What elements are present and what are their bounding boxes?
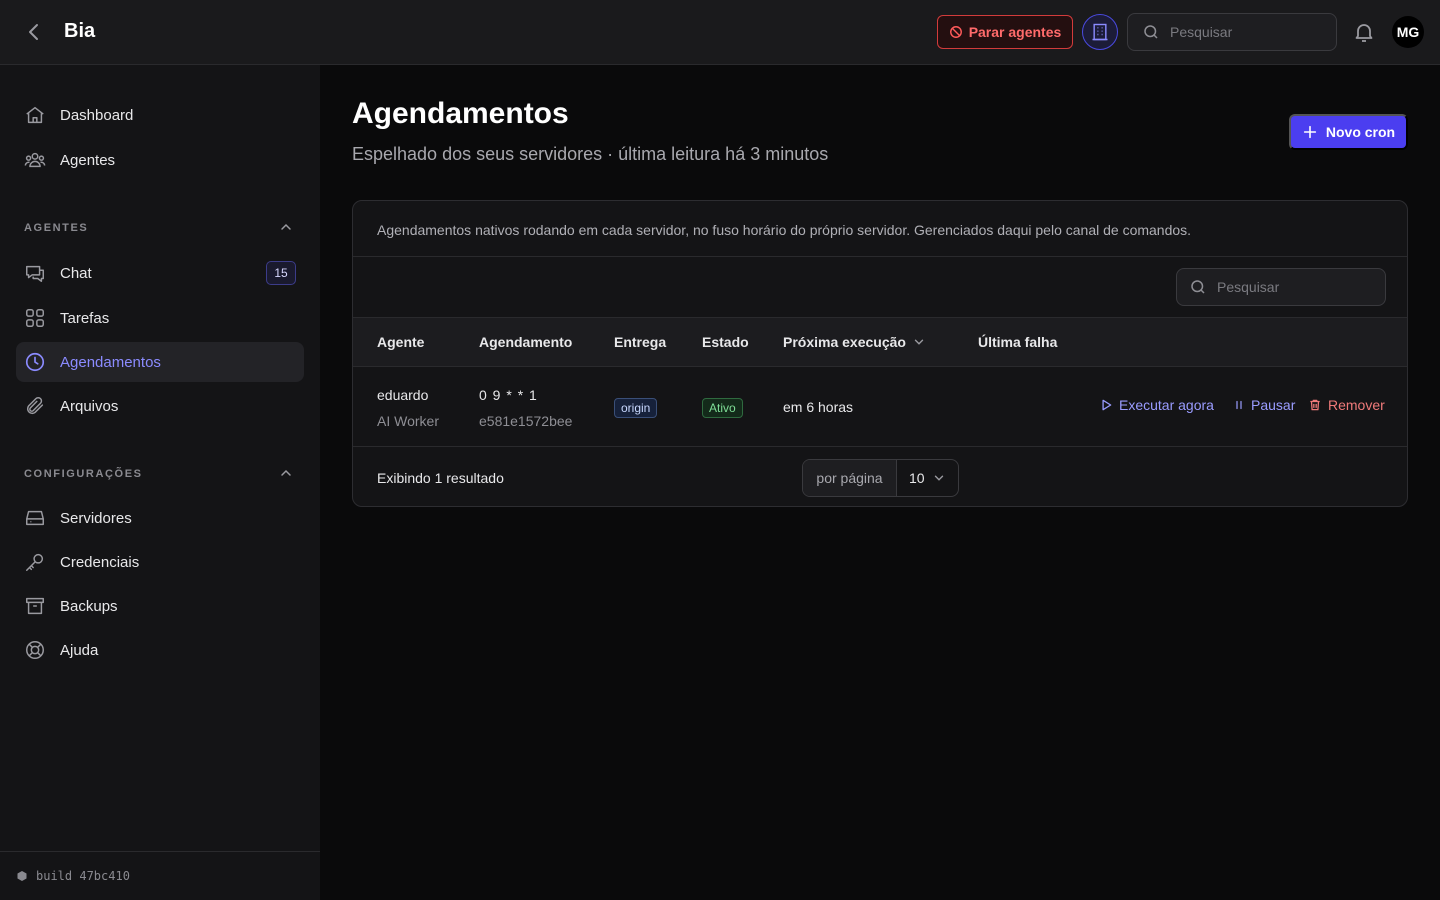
next-run: em 6 horas bbox=[783, 399, 854, 415]
sidebar-item-arquivos[interactable]: Arquivos bbox=[16, 386, 304, 426]
sidebar-item-label: Credenciais bbox=[60, 553, 140, 571]
result-count: Exibindo 1 resultado bbox=[377, 470, 504, 486]
sidebar-item-label: Agentes bbox=[60, 151, 116, 169]
chevron-down-icon bbox=[932, 471, 946, 485]
sidebar: Dashboard Agentes AGENTES Chat 15 Tarefa… bbox=[0, 65, 320, 900]
section-label-config: CONFIGURAÇÕES bbox=[24, 468, 143, 480]
build-version: build 47bc410 bbox=[36, 869, 130, 883]
card-description: Agendamentos nativos rodando em cada ser… bbox=[377, 222, 1192, 238]
agent-name[interactable]: eduardo bbox=[377, 387, 428, 403]
sidebar-item-servidores[interactable]: Servidores bbox=[16, 498, 304, 538]
divider bbox=[353, 256, 1407, 257]
sidebar-item-label: Tarefas bbox=[60, 309, 110, 327]
top-bar: Bia Parar agentes MG bbox=[0, 0, 1440, 65]
bell-icon[interactable] bbox=[1352, 20, 1376, 44]
trash-icon bbox=[1308, 398, 1322, 412]
clock-icon bbox=[24, 351, 46, 373]
agent-type: AI Worker bbox=[377, 413, 439, 429]
sidebar-item-agentes[interactable]: Agentes bbox=[16, 140, 304, 180]
sidebar-item-chat[interactable]: Chat 15 bbox=[16, 253, 304, 293]
chevron-up-icon[interactable] bbox=[278, 465, 294, 481]
remove-button[interactable]: Remover bbox=[1308, 397, 1385, 413]
schedule-id: e581e1572bee bbox=[479, 413, 573, 429]
sidebar-item-label: Dashboard bbox=[60, 106, 134, 124]
chevron-down-icon bbox=[912, 335, 926, 349]
pause-button[interactable]: Pausar bbox=[1233, 397, 1295, 413]
status-badge: Ativo bbox=[702, 398, 743, 418]
run-now-button[interactable]: Executar agora bbox=[1099, 397, 1214, 413]
section-label-agents: AGENTES bbox=[24, 222, 89, 234]
build-info: build 47bc410 bbox=[0, 851, 320, 900]
pause-icon bbox=[1233, 398, 1245, 412]
sidebar-item-credenciais[interactable]: Credenciais bbox=[16, 542, 304, 582]
table-header: Agente Agendamento Entrega Estado Próxim… bbox=[353, 317, 1407, 367]
home-icon bbox=[24, 104, 46, 126]
column-header-agendamento: Agendamento bbox=[479, 334, 573, 350]
column-header-estado: Estado bbox=[702, 334, 749, 350]
archive-icon bbox=[24, 595, 46, 617]
sidebar-item-tarefas[interactable]: Tarefas bbox=[16, 298, 304, 338]
grid-icon bbox=[24, 307, 46, 329]
column-header-label: Próxima execução bbox=[783, 334, 906, 350]
sidebar-item-label: Chat bbox=[60, 264, 92, 282]
back-arrow-icon[interactable] bbox=[22, 20, 46, 44]
cron-expression: 0 9 * * 1 bbox=[479, 387, 538, 403]
paperclip-icon bbox=[24, 395, 46, 417]
sidebar-item-label: Agendamentos bbox=[60, 353, 161, 371]
sidebar-item-backups[interactable]: Backups bbox=[16, 586, 304, 626]
stop-agents-label: Parar agentes bbox=[968, 24, 1062, 40]
ban-icon bbox=[949, 25, 963, 39]
per-page-label: por página bbox=[803, 460, 897, 496]
page-title: Agendamentos bbox=[352, 97, 569, 130]
chat-icon bbox=[24, 262, 46, 284]
table-search[interactable] bbox=[1176, 268, 1386, 306]
play-icon bbox=[1099, 398, 1113, 412]
sidebar-item-label: Arquivos bbox=[60, 397, 119, 415]
lifebuoy-icon bbox=[24, 639, 46, 661]
app-title: Bia bbox=[64, 20, 96, 42]
table-search-input[interactable] bbox=[1217, 279, 1367, 295]
key-icon bbox=[24, 551, 46, 573]
new-cron-label: Novo cron bbox=[1325, 124, 1396, 140]
cube-icon bbox=[16, 870, 28, 882]
sidebar-item-label: Servidores bbox=[60, 509, 132, 527]
user-avatar[interactable]: MG bbox=[1392, 16, 1424, 48]
organization-switcher[interactable] bbox=[1082, 14, 1118, 50]
users-icon bbox=[24, 149, 46, 171]
building-icon bbox=[1090, 22, 1110, 42]
column-header-agente: Agente bbox=[377, 334, 425, 350]
plus-icon bbox=[1302, 124, 1318, 140]
remove-label: Remover bbox=[1328, 397, 1385, 413]
per-page-select[interactable]: 10 bbox=[897, 460, 958, 496]
sidebar-item-agendamentos[interactable]: Agendamentos bbox=[16, 342, 304, 382]
table-row: eduardo AI Worker 0 9 * * 1 e581e1572bee… bbox=[353, 367, 1407, 447]
sidebar-item-label: Backups bbox=[60, 597, 118, 615]
global-search-input[interactable] bbox=[1170, 24, 1320, 40]
page-subtitle: Espelhado dos seus servidores · última l… bbox=[352, 144, 829, 164]
per-page-value: 10 bbox=[909, 470, 925, 486]
new-cron-button[interactable]: Novo cron bbox=[1289, 114, 1408, 150]
per-page-control: por página 10 bbox=[802, 459, 959, 497]
column-header-entrega: Entrega bbox=[614, 334, 667, 350]
pause-label: Pausar bbox=[1251, 397, 1296, 413]
column-header-proxima-execucao[interactable]: Próxima execução bbox=[783, 334, 926, 350]
chat-count-badge: 15 bbox=[266, 261, 296, 285]
chevron-up-icon[interactable] bbox=[278, 219, 294, 235]
search-icon bbox=[1142, 23, 1160, 41]
schedules-card: Agendamentos nativos rodando em cada ser… bbox=[352, 200, 1408, 507]
search-icon bbox=[1189, 278, 1207, 296]
stop-agents-button[interactable]: Parar agentes bbox=[937, 15, 1073, 49]
sidebar-item-ajuda[interactable]: Ajuda bbox=[16, 630, 304, 670]
sidebar-item-label: Ajuda bbox=[60, 641, 99, 659]
run-now-label: Executar agora bbox=[1119, 397, 1214, 413]
delivery-badge: origin bbox=[614, 398, 658, 418]
sidebar-item-dashboard[interactable]: Dashboard bbox=[16, 95, 304, 135]
server-icon bbox=[24, 507, 46, 529]
global-search[interactable] bbox=[1127, 13, 1337, 51]
column-header-ultima-falha: Última falha bbox=[978, 334, 1058, 350]
